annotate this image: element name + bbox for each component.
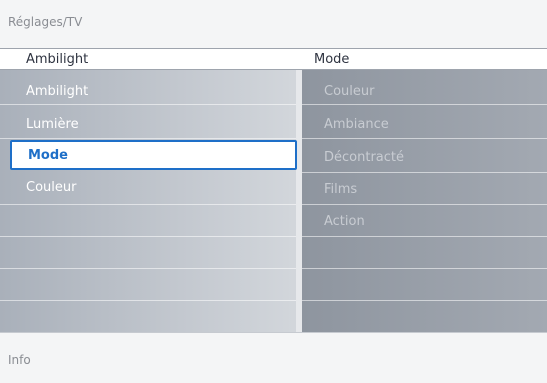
info-text: Info [8,353,31,367]
submenu-item-ambiance[interactable]: Ambiance [324,117,389,132]
row-separator [302,104,547,105]
info-bar: Info [0,332,547,383]
breadcrumb-text: Réglages/TV [8,15,83,29]
menu-item-couleur[interactable]: Couleur [26,180,76,195]
left-menu-panel [0,70,302,332]
submenu-item-couleur[interactable]: Couleur [324,84,374,99]
row-separator [302,300,547,301]
row-separator [0,138,296,139]
menu-item-mode-label: Mode [28,148,68,163]
submenu-item-action[interactable]: Action [324,214,365,229]
breadcrumb: Réglages/TV [0,0,547,48]
panel-divider [296,70,302,332]
row-separator [302,204,547,205]
row-separator [0,204,296,205]
row-separator [0,236,296,237]
row-separator [0,104,296,105]
submenu-item-decontracte[interactable]: Décontracté [324,150,404,165]
tv-settings-screen: Réglages/TV Ambilight Mode Ambilight Lum… [0,0,547,383]
menu-item-ambilight[interactable]: Ambilight [26,84,88,99]
row-separator [302,138,547,139]
row-separator [302,236,547,237]
right-menu-panel [302,70,547,332]
left-column-title: Ambilight [26,52,89,67]
row-separator [0,268,296,269]
right-column-title: Mode [314,52,350,67]
menu-item-lumiere[interactable]: Lumière [26,117,79,132]
row-separator [302,268,547,269]
row-separator [302,172,547,173]
menu-item-mode-selected[interactable]: Mode [10,140,297,170]
column-header-bar: Ambilight Mode [0,48,547,70]
row-separator [0,300,296,301]
submenu-item-films[interactable]: Films [324,182,357,197]
